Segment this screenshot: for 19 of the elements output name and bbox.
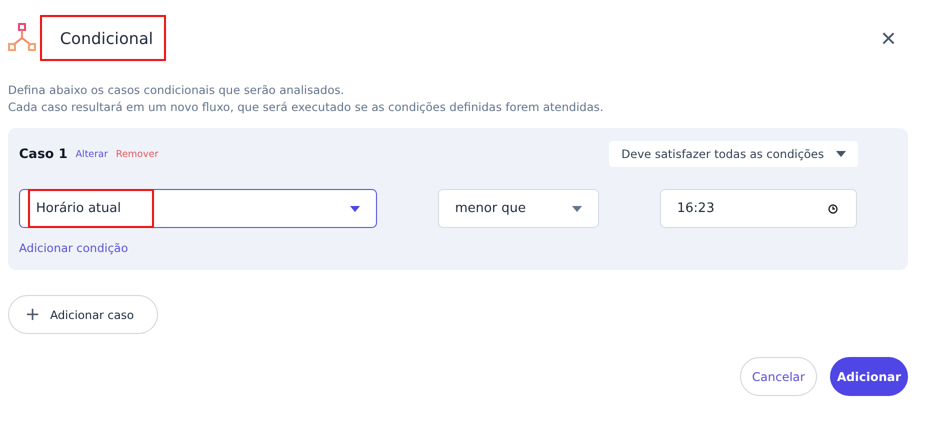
- add-case-button[interactable]: + Adicionar caso: [8, 295, 158, 334]
- dialog-title: Condicional: [60, 28, 154, 48]
- close-button[interactable]: ×: [878, 25, 898, 51]
- branch-icon: [8, 23, 36, 53]
- caret-icon: [350, 206, 360, 212]
- clock-icon: [828, 204, 838, 214]
- description-text: Cada caso resultará em um novo fluxo, que será executado se as condições definidas forem atendidas.: [8, 99, 604, 116]
- match-mode-dropdown[interactable]: Deve satisfazer todas as condições: [609, 141, 858, 167]
- case-title: Caso 1: [19, 146, 68, 162]
- time-input[interactable]: 16:23: [660, 189, 857, 228]
- add-button[interactable]: Adicionar: [830, 357, 908, 396]
- edit-link[interactable]: Alterar: [76, 148, 108, 160]
- field-dropdown[interactable]: Horário atual: [19, 189, 377, 228]
- cancel-button[interactable]: Cancelar: [740, 357, 817, 396]
- caret-icon: [572, 206, 582, 212]
- caret-icon: [836, 151, 846, 157]
- operator-dropdown[interactable]: menor que: [438, 189, 599, 228]
- add-condition-link[interactable]: Adicionar condição: [19, 241, 858, 255]
- description-text: Defina abaixo os casos condicionais que serão analisados.: [8, 82, 346, 99]
